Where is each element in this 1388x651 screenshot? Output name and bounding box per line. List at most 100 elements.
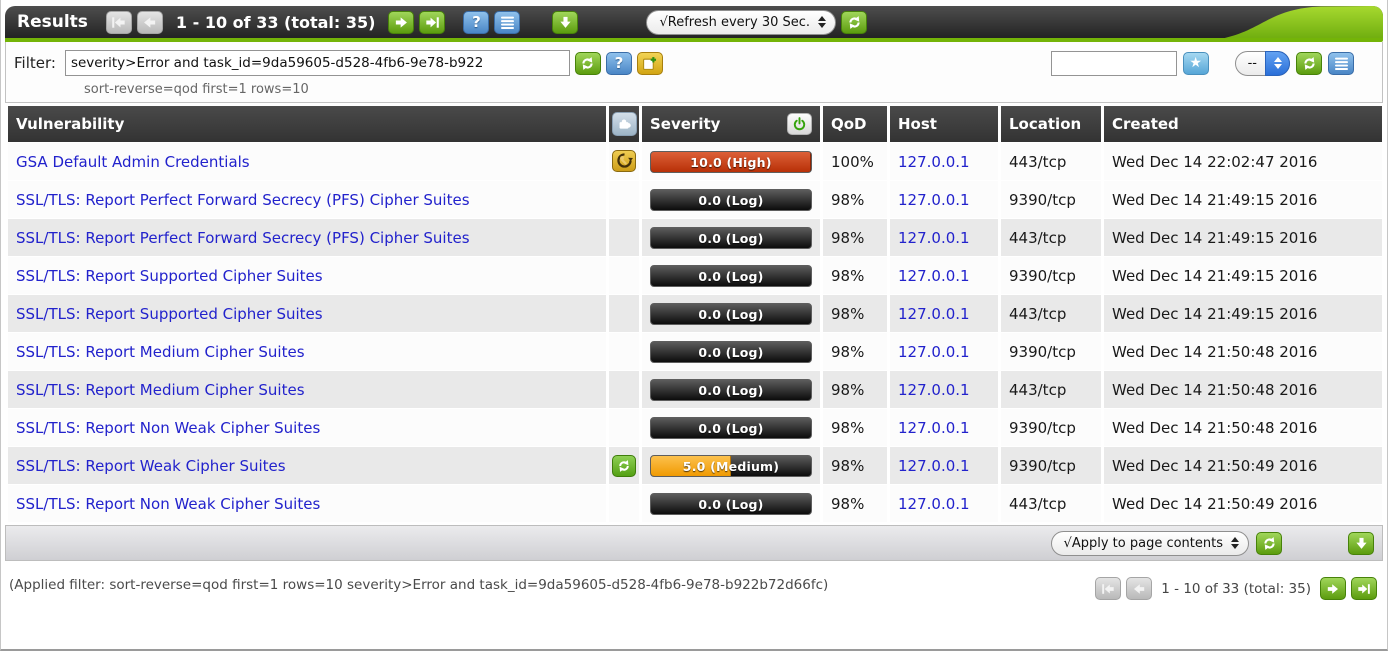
host-link[interactable]: 127.0.0.1 — [898, 495, 970, 513]
severity-label: 0.0 (Log) — [651, 228, 811, 249]
export-download-button[interactable] — [552, 11, 578, 34]
bulk-action-apply-button[interactable] — [1256, 532, 1282, 555]
first-page-button — [1095, 577, 1121, 600]
host-link[interactable]: 127.0.0.1 — [898, 267, 970, 285]
host-link[interactable]: 127.0.0.1 — [898, 457, 970, 475]
filter-input[interactable] — [65, 50, 570, 76]
severity-label: 5.0 (Medium) — [651, 456, 811, 477]
severity-bar: 10.0 (High) — [650, 151, 812, 173]
footer-pagination: 1 - 10 of 33 (total: 35) — [1095, 577, 1379, 600]
vulnerability-link[interactable]: SSL/TLS: Report Weak Cipher Suites — [16, 457, 286, 475]
filter-help-button[interactable]: ? — [606, 52, 632, 75]
host-link[interactable]: 127.0.0.1 — [898, 153, 970, 171]
refresh-interval-value: √Refresh every 30 Sec. — [659, 15, 810, 30]
created-value: Wed Dec 14 21:50:48 2016 — [1104, 333, 1382, 370]
location-value: 9390/tcp — [1001, 447, 1101, 484]
vulnerability-link[interactable]: SSL/TLS: Report Non Weak Cipher Suites — [16, 495, 320, 513]
refresh-icon — [580, 56, 595, 71]
severity-bar: 0.0 (Log) — [650, 265, 812, 287]
vulnerability-link[interactable]: SSL/TLS: Report Perfect Forward Secrecy … — [16, 229, 470, 247]
filters-list-button[interactable] — [1328, 52, 1354, 75]
refresh-icon — [1262, 536, 1277, 551]
help-button[interactable]: ? — [463, 11, 489, 34]
switch-filter-button[interactable] — [1296, 52, 1322, 75]
created-value: Wed Dec 14 21:50:49 2016 — [1104, 485, 1382, 522]
vulnerability-link[interactable]: SSL/TLS: Report Supported Cipher Suites — [16, 267, 323, 285]
host-link[interactable]: 127.0.0.1 — [898, 419, 970, 437]
severity-bar: 0.0 (Log) — [650, 189, 812, 211]
created-value: Wed Dec 14 21:49:15 2016 — [1104, 257, 1382, 294]
severity-bar: 0.0 (Log) — [650, 341, 812, 363]
apply-filter-button[interactable] — [575, 52, 601, 75]
vulnerability-link[interactable]: SSL/TLS: Report Supported Cipher Suites — [16, 305, 323, 323]
column-header-location[interactable]: Location — [1001, 106, 1101, 142]
host-link[interactable]: 127.0.0.1 — [898, 343, 970, 361]
new-note-icon — [642, 56, 657, 71]
host-link[interactable]: 127.0.0.1 — [898, 229, 970, 247]
next-page-icon — [1327, 583, 1339, 595]
created-value: Wed Dec 14 21:50:48 2016 — [1104, 409, 1382, 446]
severity-label: 0.0 (Log) — [651, 304, 811, 325]
filter-bar: Filter: ? ★ -- — [5, 42, 1383, 103]
column-header-created[interactable]: Created — [1104, 106, 1382, 142]
bulk-action-select[interactable]: √Apply to page contents — [1051, 531, 1249, 556]
table-header-row: Vulnerability Severity QoD Host — [8, 106, 1382, 142]
qod-value: 98% — [823, 257, 887, 294]
vulnerability-link[interactable]: SSL/TLS: Report Medium Cipher Suites — [16, 343, 305, 361]
table-row: SSL/TLS: Report Perfect Forward Secrecy … — [8, 181, 1382, 218]
last-page-button[interactable] — [1351, 577, 1377, 600]
next-page-button[interactable] — [388, 11, 414, 34]
column-header-severity[interactable]: Severity — [642, 106, 820, 142]
results-page: Results 1 - 10 of 33 (total: 35) ? — [0, 0, 1388, 651]
severity-label: 0.0 (Log) — [651, 190, 811, 211]
download-icon — [1355, 537, 1368, 550]
refresh-now-button[interactable] — [841, 11, 867, 34]
created-value: Wed Dec 14 21:50:48 2016 — [1104, 371, 1382, 408]
list-view-button[interactable] — [494, 11, 520, 34]
new-filter-button[interactable] — [637, 52, 663, 75]
select-updown-icon — [1231, 537, 1239, 549]
select-updown-icon — [1265, 51, 1290, 76]
vulnerability-link[interactable]: GSA Default Admin Credentials — [16, 153, 250, 171]
last-page-button[interactable] — [419, 11, 445, 34]
vulnerability-link[interactable]: SSL/TLS: Report Medium Cipher Suites — [16, 381, 305, 399]
severity-label: 0.0 (Log) — [651, 418, 811, 439]
last-page-icon — [426, 16, 439, 29]
qod-value: 98% — [823, 333, 887, 370]
created-value: Wed Dec 14 22:02:47 2016 — [1104, 143, 1382, 180]
location-value: 443/tcp — [1001, 143, 1101, 180]
bulk-action-bar: √Apply to page contents — [5, 525, 1383, 561]
host-link[interactable]: 127.0.0.1 — [898, 191, 970, 209]
location-value: 443/tcp — [1001, 295, 1101, 332]
location-value: 9390/tcp — [1001, 257, 1101, 294]
column-header-vulnerability[interactable]: Vulnerability — [8, 106, 606, 142]
table-row: SSL/TLS: Report Non Weak Cipher Suites 0… — [8, 409, 1382, 446]
severity-bar: 0.0 (Log) — [650, 493, 812, 515]
table-row: SSL/TLS: Report Supported Cipher Suites … — [8, 295, 1382, 332]
column-header-solution-type[interactable] — [609, 106, 639, 142]
refresh-interval-select[interactable]: √Refresh every 30 Sec. — [646, 10, 836, 35]
severity-override-toggle-button[interactable] — [787, 113, 812, 135]
next-page-icon — [395, 16, 408, 29]
filter-name-input[interactable] — [1051, 51, 1177, 76]
filter-label: Filter: — [14, 54, 56, 72]
download-page-button[interactable] — [1348, 532, 1374, 555]
qod-value: 98% — [823, 409, 887, 446]
severity-bar: 0.0 (Log) — [650, 417, 812, 439]
vulnerability-link[interactable]: SSL/TLS: Report Perfect Forward Secrecy … — [16, 191, 470, 209]
host-link[interactable]: 127.0.0.1 — [898, 305, 970, 323]
results-tbody: GSA Default Admin Credentials 10.0 (High… — [8, 143, 1382, 522]
qod-value: 98% — [823, 295, 887, 332]
vulnerability-link[interactable]: SSL/TLS: Report Non Weak Cipher Suites — [16, 419, 320, 437]
table-row: SSL/TLS: Report Medium Cipher Suites 0.0… — [8, 333, 1382, 370]
save-filter-button[interactable]: ★ — [1183, 52, 1209, 75]
host-link[interactable]: 127.0.0.1 — [898, 381, 970, 399]
qod-value: 98% — [823, 181, 887, 218]
solution-type-puzzle-icon[interactable] — [612, 112, 637, 136]
saved-filter-select[interactable]: -- — [1235, 51, 1290, 76]
next-page-button[interactable] — [1320, 577, 1346, 600]
severity-bar: 0.0 (Log) — [650, 379, 812, 401]
column-header-qod[interactable]: QoD — [823, 106, 887, 142]
column-header-host[interactable]: Host — [890, 106, 998, 142]
last-page-icon — [1358, 583, 1370, 595]
